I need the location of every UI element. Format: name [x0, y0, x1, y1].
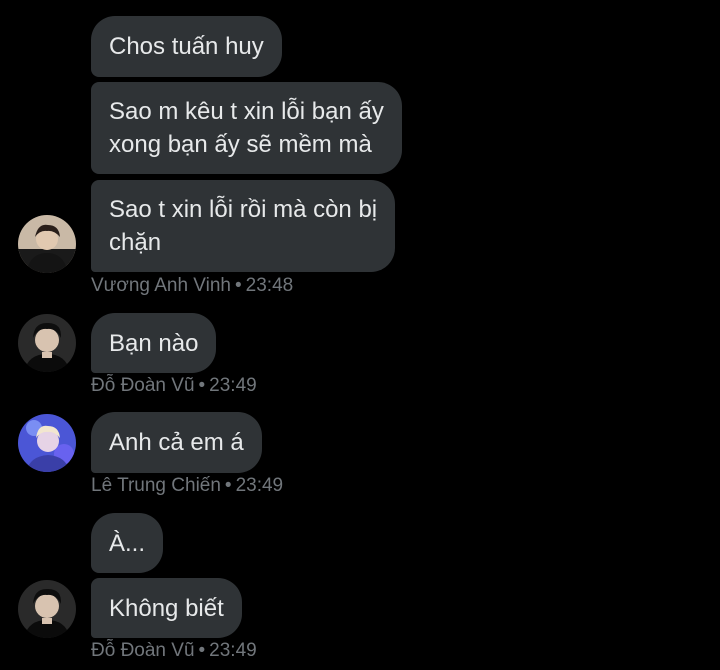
message-bubble[interactable]: Bạn nào — [91, 313, 217, 373]
message-text-line: chặn — [109, 229, 162, 256]
message-meta: Đỗ Đoàn Vũ • 23:49 — [91, 640, 257, 662]
separator-dot: • — [235, 275, 242, 296]
separator-dot: • — [198, 640, 206, 661]
avatar-do-doan-vu[interactable] — [18, 580, 76, 638]
message-bubble[interactable]: Chos tuấn huy — [91, 16, 282, 77]
message-meta: Lê Trung Chiến • 23:49 — [91, 475, 283, 497]
avatar-image — [18, 414, 76, 472]
avatar-image — [18, 580, 76, 638]
message-text: Anh cả em á — [109, 429, 244, 456]
message-text-line: xong bạn ấy sẽ mềm mà — [109, 131, 372, 158]
message-bubble[interactable]: Không biết — [91, 578, 242, 638]
sender-name[interactable]: Lê Trung Chiến — [91, 475, 221, 496]
separator-dot: • — [224, 475, 232, 496]
message-meta: Đỗ Đoàn Vũ • 23:49 — [91, 375, 257, 397]
avatar-image — [18, 314, 76, 372]
avatar-vuong-anh-vinh[interactable] — [18, 215, 76, 273]
sender-name[interactable]: Vương Anh Vinh — [91, 275, 231, 296]
timestamp: 23:48 — [245, 275, 294, 296]
separator-dot: • — [198, 375, 206, 396]
message-bubble[interactable]: Sao m kêu t xin lỗi bạn ấy xong bạn ấy s… — [91, 82, 402, 174]
timestamp: 23:49 — [209, 640, 257, 661]
message-text: Bạn nào — [109, 329, 199, 357]
timestamp: 23:49 — [209, 375, 257, 396]
message-meta: Vương Anh Vinh • 23:48 — [91, 275, 293, 297]
message-bubble[interactable]: Anh cả em á — [91, 412, 262, 473]
message-text-line: Sao m kêu t xin lỗi bạn ấy — [109, 98, 384, 125]
sender-name[interactable]: Đỗ Đoàn Vũ — [91, 640, 195, 661]
message-bubble[interactable]: À... — [91, 513, 164, 573]
avatar-le-trung-chien[interactable] — [18, 414, 76, 472]
avatar-image — [18, 215, 76, 273]
message-text: À... — [109, 529, 146, 557]
avatar-do-doan-vu[interactable] — [18, 314, 76, 372]
sender-name[interactable]: Đỗ Đoàn Vũ — [91, 375, 195, 396]
message-text-line: Sao t xin lỗi rồi mà còn bị — [109, 196, 378, 223]
message-text: Chos tuấn huy — [109, 33, 264, 60]
message-text: Không biết — [109, 594, 224, 622]
timestamp: 23:49 — [235, 475, 284, 496]
message-bubble[interactable]: Sao t xin lỗi rồi mà còn bị chặn — [91, 180, 396, 272]
